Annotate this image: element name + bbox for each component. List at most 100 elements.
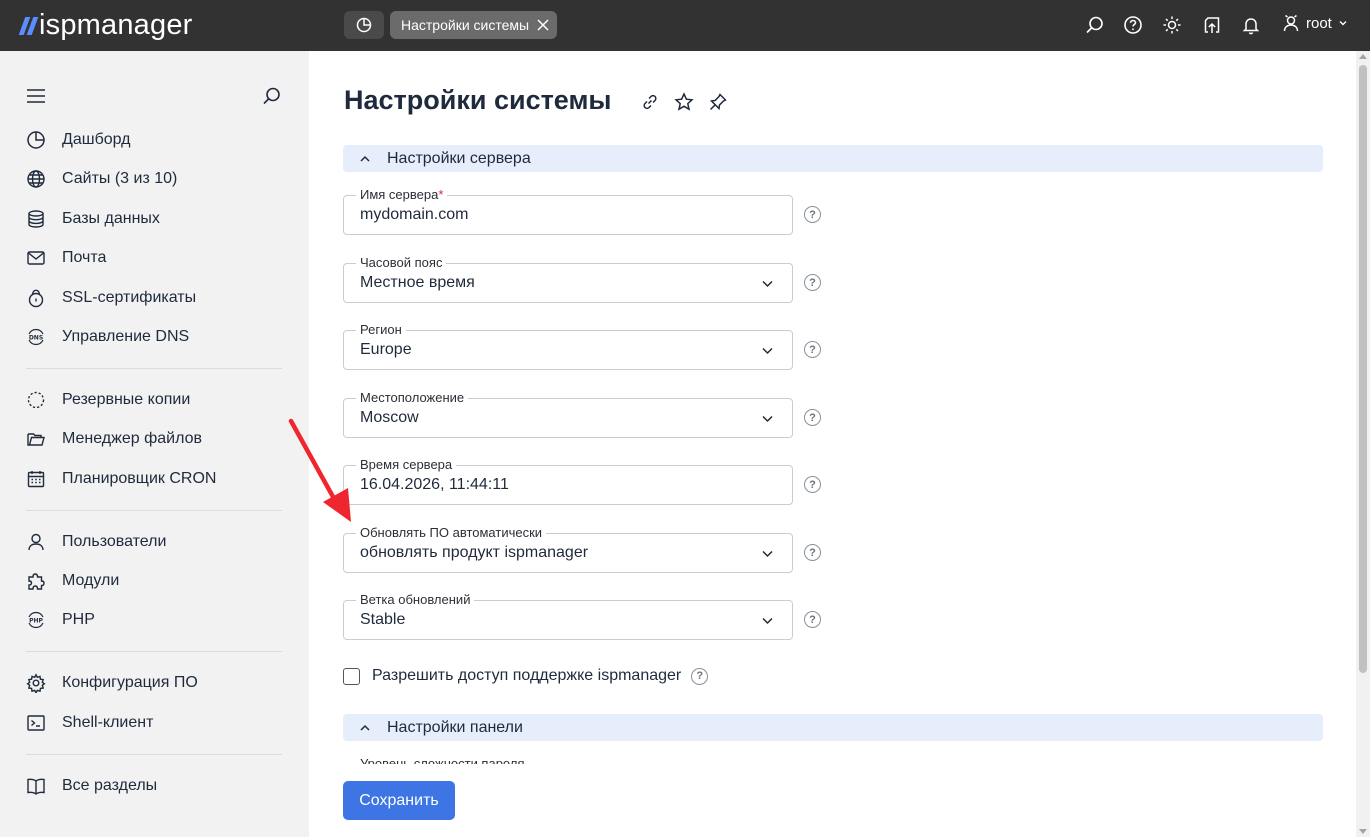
sidebar-item-mail[interactable]: Почта <box>26 245 106 271</box>
sidebar-item-dns[interactable]: DNS Управление DNS <box>26 324 189 350</box>
scroll-down-arrow-icon[interactable] <box>1359 829 1367 834</box>
close-icon[interactable] <box>537 19 549 31</box>
scrollbar[interactable] <box>1356 51 1370 837</box>
chevron-down-icon <box>762 415 773 423</box>
location-select[interactable]: Местоположение Moscow <box>343 390 793 438</box>
sidebar-item-dashboard[interactable]: Дашборд <box>26 127 131 153</box>
sidebar-item-label: Базы данных <box>62 210 160 227</box>
logo-text: ispmanager <box>39 9 193 41</box>
help-icon[interactable]: ? <box>804 476 821 493</box>
chevron-up-icon <box>343 153 387 165</box>
upload-button[interactable] <box>1201 14 1223 36</box>
svg-text:PHP: PHP <box>29 617 43 624</box>
help-icon[interactable]: ? <box>804 544 821 561</box>
sidebar-item-label: Модули <box>62 572 120 589</box>
dashboard-icon <box>356 17 372 33</box>
search-icon <box>1086 16 1103 34</box>
help-icon[interactable]: ? <box>804 611 821 628</box>
help-icon[interactable]: ? <box>804 341 821 358</box>
tab-system-settings[interactable]: Настройки системы <box>390 11 558 39</box>
terminal-icon <box>26 713 46 733</box>
dns-icon: DNS <box>26 327 46 347</box>
user-avatar-icon <box>1283 14 1299 32</box>
sidebar-item-all-sections[interactable]: Все разделы <box>26 773 157 799</box>
sidebar-item-modules[interactable]: Модули <box>26 568 119 594</box>
lock-icon <box>26 288 46 308</box>
field-label: Регион <box>356 322 406 338</box>
field-value: обновлять продукт ispmanager <box>360 544 589 561</box>
mail-icon <box>26 248 46 268</box>
auto-update-select[interactable]: Обновлять ПО автоматически обновлять про… <box>343 525 793 573</box>
field-label: Имя сервера* <box>356 187 448 203</box>
save-button[interactable]: Сохранить <box>343 781 455 820</box>
sidebar-item-label: Резервные копии <box>62 391 191 408</box>
dashboard-icon <box>26 130 46 150</box>
help-icon[interactable]: ? <box>691 667 709 685</box>
sidebar-item-sites[interactable]: Сайты (3 из 10) <box>26 166 177 192</box>
section-panel-settings[interactable]: Настройки панели <box>343 714 1323 741</box>
logo[interactable]: ispmanager <box>18 9 193 42</box>
section-title: Настройки сервера <box>387 149 531 167</box>
field-value: mydomain.com <box>360 206 469 223</box>
sidebar-item-label: PHP <box>62 611 95 628</box>
pin-icon[interactable] <box>707 91 729 113</box>
help-icon[interactable]: ? <box>804 274 821 291</box>
sidebar-item-label: Конфигурация ПО <box>62 674 198 691</box>
update-branch-select[interactable]: Ветка обновлений Stable <box>343 592 793 640</box>
field-value: Местное время <box>360 274 475 291</box>
help-icon[interactable]: ? <box>804 409 821 426</box>
chevron-down-icon <box>762 550 773 558</box>
sidebar-item-label: SSL-сертификаты <box>62 289 197 306</box>
annotation-arrow-icon <box>288 418 351 522</box>
sidebar-header <box>26 86 282 106</box>
timezone-select[interactable]: Часовой пояс Местное время <box>343 255 793 303</box>
help-circle-icon <box>1124 16 1142 34</box>
menu-icon[interactable] <box>26 87 46 105</box>
svg-text:DNS: DNS <box>29 334 43 341</box>
sidebar-item-software-config[interactable]: Конфигурация ПО <box>26 670 198 696</box>
sidebar-item-label: Все разделы <box>62 777 158 794</box>
title-actions <box>639 91 729 113</box>
section-server-settings[interactable]: Настройки сервера <box>343 145 1323 172</box>
checkbox-label[interactable]: Разрешить доступ поддержке ispmanager <box>372 667 681 685</box>
page-title: Настройки системы <box>344 85 612 115</box>
help-icon[interactable]: ? <box>804 206 821 223</box>
server-name-field[interactable]: Имя сервера* mydomain.com <box>343 187 793 235</box>
notifications-button[interactable] <box>1240 14 1262 36</box>
field-label: Обновлять ПО автоматически <box>356 525 547 541</box>
field-label: Время сервера <box>356 457 457 473</box>
sidebar-item-label: Управление DNS <box>62 328 190 345</box>
scroll-up-arrow-icon[interactable] <box>1359 54 1367 59</box>
sidebar-item-label: Планировщик CRON <box>62 470 217 487</box>
region-select[interactable]: Регион Europe <box>343 322 793 370</box>
user-menu[interactable]: root <box>1282 14 1348 32</box>
search-icon[interactable] <box>262 86 282 106</box>
dashboard-tab[interactable] <box>344 11 384 39</box>
sidebar-item-databases[interactable]: Базы данных <box>26 206 160 232</box>
sidebar-item-shell[interactable]: Shell-клиент <box>26 710 153 736</box>
help-button[interactable] <box>1122 14 1144 36</box>
chevron-down-icon <box>762 617 773 625</box>
support-access-checkbox[interactable] <box>343 667 360 685</box>
theme-toggle-button[interactable] <box>1161 14 1183 36</box>
sidebar-item-backups[interactable]: Резервные копии <box>26 387 190 413</box>
sidebar-item-ssl[interactable]: SSL-сертификаты <box>26 285 196 311</box>
sidebar-item-cron[interactable]: Планировщик CRON <box>26 466 216 492</box>
chevron-down-icon <box>1339 21 1347 26</box>
search-button[interactable] <box>1084 14 1106 36</box>
field-value: Moscow <box>360 409 419 426</box>
link-icon[interactable] <box>639 91 661 113</box>
sidebar-item-label: Пользователи <box>62 533 167 550</box>
scroll-thumb[interactable] <box>1359 65 1367 673</box>
sidebar-item-file-manager[interactable]: Менеджер файлов <box>26 426 202 452</box>
star-icon[interactable] <box>673 91 695 113</box>
chevron-down-icon <box>762 280 773 288</box>
main-content: Настройки системы Настройки сервера Имя … <box>309 51 1356 837</box>
field-value: 16.04.2026, 11:44:11 <box>360 476 509 493</box>
sidebar-item-php[interactable]: PHP PHP <box>26 607 95 633</box>
server-time-field[interactable]: Время сервера 16.04.2026, 11:44:11 <box>343 457 793 505</box>
sidebar-item-users[interactable]: Пользователи <box>26 529 166 555</box>
cloud-upload-icon <box>1204 17 1220 33</box>
sidebar-item-label: Менеджер файлов <box>62 430 202 447</box>
backup-icon <box>26 390 46 410</box>
